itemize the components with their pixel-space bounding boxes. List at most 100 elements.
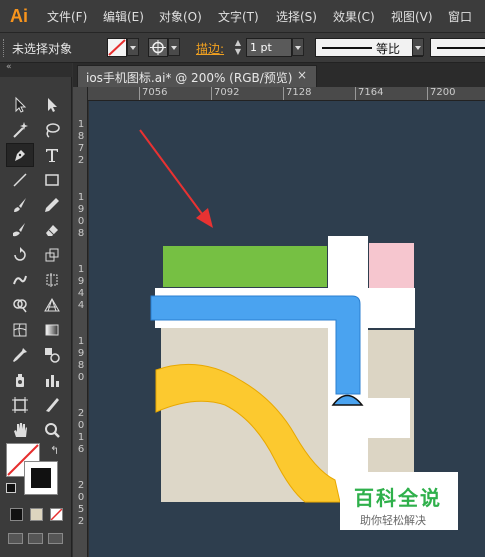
pen-tool[interactable] — [6, 143, 34, 167]
free-transform-icon — [46, 273, 58, 287]
park-block[interactable] — [163, 246, 327, 287]
mesh-tool[interactable] — [6, 318, 34, 342]
ruler-v-label: 1872 — [77, 119, 85, 166]
rectangle-icon — [45, 174, 59, 186]
ruler-h-label: 7200 — [430, 87, 456, 98]
menu-type[interactable]: 文字(T) — [218, 8, 259, 25]
menu-select[interactable]: 选择(S) — [276, 8, 317, 25]
free-transform-tool[interactable] — [38, 268, 66, 292]
stroke-color-swatch[interactable] — [148, 38, 168, 57]
slice-icon — [46, 398, 59, 412]
magic-wand-icon — [13, 122, 28, 138]
watermark-logo: 百科全说 助你轻松解决 — [340, 472, 458, 530]
selection-icon — [15, 96, 27, 113]
pencil-icon — [45, 198, 59, 212]
paintbrush-icon — [14, 198, 26, 212]
none-fill-icon — [108, 39, 126, 56]
none-icon — [51, 509, 62, 520]
tools-panel: « ↰ — [0, 62, 72, 557]
fill-dropdown[interactable] — [127, 38, 139, 56]
scale-tool[interactable] — [38, 243, 66, 267]
lasso-tool[interactable] — [38, 118, 66, 142]
slice-tool[interactable] — [38, 393, 66, 417]
menu-edit[interactable]: 编辑(E) — [103, 8, 144, 25]
profile-dropdown[interactable] — [412, 38, 424, 56]
menu-bar: Ai 文件(F) 编辑(E) 对象(O) 文字(T) 选择(S) 效果(C) 视… — [0, 0, 485, 33]
blob-brush-tool[interactable] — [6, 218, 34, 242]
hand-tool[interactable] — [6, 418, 34, 442]
horizontal-ruler[interactable]: 7056 7092 7128 7164 7200 — [88, 87, 485, 101]
vertical-ruler[interactable]: 1872 1908 1944 1980 2016 2052 — [73, 87, 88, 557]
symbol-sprayer-tool[interactable] — [6, 368, 34, 392]
direct-selection-icon — [48, 98, 57, 112]
menu-object[interactable]: 对象(O) — [159, 8, 202, 25]
stroke-swatch[interactable] — [24, 461, 58, 495]
type-tool[interactable] — [38, 143, 66, 167]
ruler-h-label: 7092 — [214, 87, 240, 98]
artboard-tool[interactable] — [6, 393, 34, 417]
close-icon[interactable]: × — [297, 68, 307, 82]
ruler-h-label: 7164 — [358, 87, 384, 98]
brush-preview-line — [437, 47, 485, 49]
rotate-tool[interactable] — [6, 243, 34, 267]
rotate-icon — [14, 247, 26, 261]
brush-definition[interactable] — [430, 38, 485, 57]
draw-normal-button[interactable] — [8, 533, 23, 544]
color-mode-button[interactable] — [10, 508, 23, 521]
ruler-v-label: 1980 — [77, 336, 85, 383]
arrow-head-icon — [196, 208, 213, 228]
ruler-h-label: 7128 — [286, 87, 312, 98]
perspective-grid-tool[interactable] — [38, 293, 66, 317]
watermark-title: 百科全说 — [354, 486, 442, 510]
line-tool[interactable] — [6, 168, 34, 192]
arrow-shaft — [139, 129, 206, 219]
default-colors-icon[interactable] — [6, 483, 16, 493]
shape-builder-icon — [13, 299, 27, 313]
menu-effect[interactable]: 效果(C) — [333, 8, 375, 25]
pen-icon — [15, 150, 25, 161]
control-bar: 未选择对象 描边: ▲ ▼ 1 pt 等比 — [0, 33, 485, 63]
crosshair-icon — [150, 40, 166, 55]
artboard-icon — [12, 397, 28, 413]
lasso-icon — [46, 123, 60, 138]
direct-selection-tool[interactable] — [38, 93, 66, 117]
fill-color-swatch[interactable] — [107, 38, 127, 57]
eraser-icon — [46, 225, 58, 236]
draw-inside-button[interactable] — [48, 533, 63, 544]
menu-window[interactable]: 窗口 — [448, 8, 472, 25]
stroke-spinner[interactable]: ▲ ▼ — [232, 38, 244, 57]
stroke-dropdown[interactable] — [168, 38, 180, 56]
blend-tool[interactable] — [38, 343, 66, 367]
gradient-mode-button[interactable] — [30, 508, 43, 521]
column-graph-tool[interactable] — [38, 368, 66, 392]
menu-view[interactable]: 视图(V) — [391, 8, 433, 25]
selection-tool[interactable] — [6, 93, 34, 117]
warp-tool[interactable] — [6, 268, 34, 292]
stroke-swatch-inner — [31, 468, 51, 488]
pencil-tool[interactable] — [38, 193, 66, 217]
pink-block[interactable] — [369, 243, 414, 288]
draw-behind-button[interactable] — [28, 533, 43, 544]
swap-colors-icon[interactable]: ↰ — [50, 444, 59, 457]
tools-panel-header[interactable]: « — [0, 62, 72, 77]
menu-file[interactable]: 文件(F) — [47, 8, 87, 25]
variable-width-profile[interactable]: 等比 — [315, 38, 423, 57]
magic-wand-tool[interactable] — [6, 118, 34, 142]
gradient-tool[interactable] — [38, 318, 66, 342]
none-mode-button[interactable] — [50, 508, 63, 521]
document-tab[interactable]: ios手机图标.ai* @ 200% (RGB/预览) × — [77, 65, 317, 87]
stroke-label[interactable]: 描边: — [196, 40, 224, 57]
shape-builder-tool[interactable] — [6, 293, 34, 317]
eyedropper-tool[interactable] — [6, 343, 34, 367]
ruler-v-label: 1944 — [77, 264, 85, 311]
zoom-tool[interactable] — [38, 418, 66, 442]
stroke-weight-input[interactable]: 1 pt — [246, 38, 292, 57]
ruler-v-label: 2016 — [77, 408, 85, 455]
eraser-tool[interactable] — [38, 218, 66, 242]
mesh-icon — [13, 323, 27, 337]
paintbrush-tool[interactable] — [6, 193, 34, 217]
rectangle-tool[interactable] — [38, 168, 66, 192]
panel-grip[interactable] — [3, 39, 6, 57]
stroke-weight-dropdown[interactable] — [292, 38, 304, 56]
road-branch[interactable] — [368, 398, 410, 438]
